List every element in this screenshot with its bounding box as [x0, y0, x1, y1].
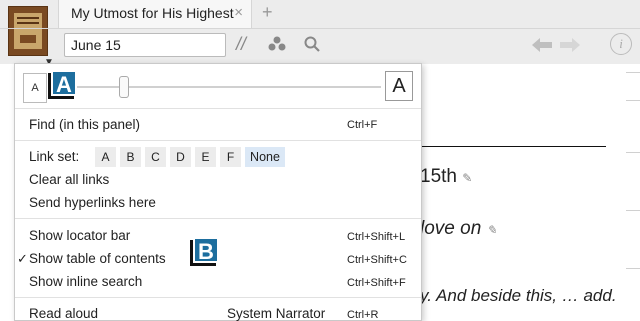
show-toc-shortcut: Ctrl+Shift+C — [347, 254, 407, 266]
find-shortcut: Ctrl+F — [347, 119, 378, 131]
check-icon: ✓ — [17, 251, 28, 266]
info-icon[interactable]: i — [610, 33, 632, 55]
link-set-e[interactable]: E — [195, 147, 216, 167]
book-options-panel: A A A Find (in this panel) Ctrl+F Link s… — [14, 63, 422, 321]
read-aloud-voice[interactable]: System Narrator — [227, 306, 325, 321]
menu-item-show-locator[interactable]: Show locator bar — [29, 228, 130, 243]
menu-item-show-inline-search[interactable]: Show inline search — [29, 274, 142, 289]
menu-divider — [15, 140, 421, 141]
doc-title-line: love on ✎ — [420, 218, 497, 240]
pencil-icon[interactable]: ✎ — [462, 171, 472, 185]
menu-divider — [15, 108, 421, 109]
link-set-a[interactable]: A — [95, 147, 116, 167]
menu-item-read-aloud[interactable]: Read aloud — [29, 306, 98, 321]
link-set-options: A B C D E F None — [95, 147, 285, 167]
link-set-c[interactable]: C — [145, 147, 166, 167]
heading-rule — [420, 146, 606, 147]
new-tab-button[interactable]: + — [262, 2, 273, 23]
menu-item-send-hyperlinks[interactable]: Send hyperlinks here — [29, 195, 156, 210]
menu-item-clear-links[interactable]: Clear all links — [29, 172, 109, 187]
back-arrow-icon[interactable] — [532, 36, 552, 57]
menu-divider — [15, 297, 421, 298]
callout-badge-b: B — [193, 237, 219, 264]
show-locator-shortcut: Ctrl+Shift+L — [347, 231, 406, 243]
link-set-f[interactable]: F — [220, 147, 241, 167]
location-input[interactable] — [64, 33, 226, 57]
doc-heading-date: 15th ✎ — [420, 166, 472, 188]
forward-arrow-icon[interactable] — [560, 36, 580, 57]
close-tab-icon[interactable]: × — [234, 4, 243, 21]
doc-verse-line: y. And beside this, … add. — [420, 286, 617, 305]
menu-item-find[interactable]: Find (in this panel) — [29, 117, 140, 132]
doc-title-text: love on — [420, 218, 482, 239]
doc-date-text: 15th — [420, 166, 457, 187]
link-set-none[interactable]: None — [245, 147, 285, 167]
font-size-slider-thumb[interactable] — [119, 76, 129, 98]
gutter-marker — [626, 268, 640, 269]
link-set-label: Link set: — [29, 149, 80, 164]
pencil-icon[interactable]: ✎ — [487, 223, 497, 237]
search-icon[interactable] — [304, 36, 320, 57]
tab-my-utmost[interactable]: My Utmost for His Highest × — [58, 0, 252, 28]
book-cover-art — [14, 13, 42, 49]
gutter-marker — [626, 152, 640, 153]
callout-badge-a: A — [51, 70, 77, 97]
read-aloud-shortcut: Ctrl+R — [347, 309, 379, 321]
gutter-marker — [626, 210, 640, 211]
top-toolbar: My Utmost for His Highest × + // i — [0, 0, 640, 64]
tab-divider — [0, 28, 640, 29]
link-set-b[interactable]: B — [120, 147, 141, 167]
cover-line — [17, 17, 39, 19]
font-size-large-button[interactable]: A — [385, 71, 413, 101]
cover-emblem — [20, 35, 36, 43]
book-cover-thumbnail[interactable] — [8, 6, 48, 56]
cover-line — [17, 22, 39, 24]
parallel-view-icon[interactable]: // — [236, 34, 246, 55]
font-size-slider-track[interactable] — [63, 86, 381, 88]
tab-title: My Utmost for His Highest — [71, 5, 234, 21]
gutter-marker — [626, 100, 640, 101]
show-inline-search-shortcut: Ctrl+Shift+F — [347, 277, 406, 289]
menu-divider — [15, 218, 421, 219]
link-set-d[interactable]: D — [170, 147, 191, 167]
font-size-small-button[interactable]: A — [23, 73, 47, 103]
gutter-marker — [626, 72, 640, 73]
menu-item-show-toc[interactable]: Show table of contents — [29, 251, 166, 266]
people-icon[interactable] — [268, 36, 286, 57]
